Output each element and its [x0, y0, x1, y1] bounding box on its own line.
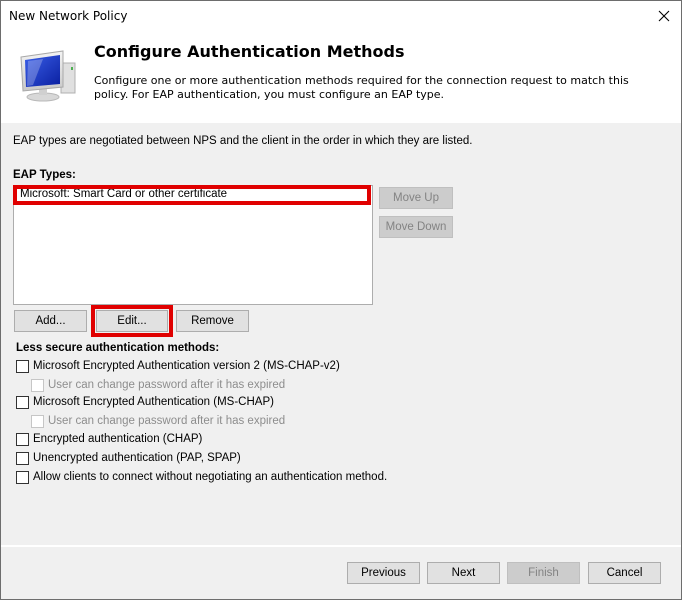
- next-button[interactable]: Next: [427, 562, 500, 584]
- unauthenticated-access-checkbox[interactable]: [16, 470, 29, 484]
- ms-chap-label: Microsoft Encrypted Authentication (MS-C…: [33, 396, 274, 408]
- page-title: Configure Authentication Methods: [94, 42, 405, 61]
- eap-intro-text: EAP types are negotiated between NPS and…: [13, 135, 473, 147]
- title-bar: New Network Policy: [1, 1, 681, 31]
- ms-chap-change-password-option[interactable]: User can change password after it has ex…: [31, 413, 285, 429]
- pap-spap-label: Unencrypted authentication (PAP, SPAP): [33, 452, 241, 464]
- eap-type-item[interactable]: Microsoft: Smart Card or other certifica…: [13, 185, 371, 205]
- wizard-content: EAP types are negotiated between NPS and…: [1, 123, 681, 543]
- unauthenticated-access-label: Allow clients to connect without negotia…: [33, 471, 388, 483]
- footer-separator: [1, 545, 681, 547]
- chap-label: Encrypted authentication (CHAP): [33, 433, 203, 445]
- unauthenticated-access-option[interactable]: Allow clients to connect without negotia…: [16, 469, 387, 485]
- remove-button[interactable]: Remove: [176, 310, 249, 332]
- move-down-button[interactable]: Move Down: [379, 216, 453, 238]
- ms-chap-checkbox[interactable]: [16, 395, 29, 409]
- new-network-policy-dialog: New Network Policy Configure Authenticat…: [0, 0, 682, 600]
- window-title: New Network Policy: [9, 9, 128, 23]
- finish-button[interactable]: Finish: [507, 562, 580, 584]
- ms-chap-v2-option[interactable]: Microsoft Encrypted Authentication versi…: [16, 358, 340, 374]
- ms-chap-v2-change-password-option[interactable]: User can change password after it has ex…: [31, 377, 285, 393]
- previous-button[interactable]: Previous: [347, 562, 420, 584]
- eap-types-list[interactable]: Microsoft: Smart Card or other certifica…: [13, 185, 373, 305]
- close-button[interactable]: [653, 5, 675, 27]
- ms-chap-v2-label: Microsoft Encrypted Authentication versi…: [33, 360, 340, 372]
- chap-option[interactable]: Encrypted authentication (CHAP): [16, 431, 202, 447]
- move-up-button[interactable]: Move Up: [379, 187, 453, 209]
- edit-button[interactable]: Edit...: [91, 305, 173, 337]
- edit-button-label: Edit...: [117, 315, 147, 327]
- close-icon: [658, 10, 670, 22]
- less-secure-methods-label: Less secure authentication methods:: [16, 342, 220, 354]
- ms-chap-v2-checkbox[interactable]: [16, 359, 29, 373]
- remove-button-label: Remove: [191, 315, 234, 327]
- ms-chap-option[interactable]: Microsoft Encrypted Authentication (MS-C…: [16, 394, 274, 410]
- ms-chap-change-password-label: User can change password after it has ex…: [48, 415, 286, 427]
- eap-types-label: EAP Types:: [13, 169, 76, 181]
- add-button-label: Add...: [35, 315, 66, 327]
- pap-spap-option[interactable]: Unencrypted authentication (PAP, SPAP): [16, 450, 241, 466]
- wizard-header: Configure Authentication Methods Configu…: [1, 31, 681, 123]
- add-button[interactable]: Add...: [14, 310, 87, 332]
- cancel-button[interactable]: Cancel: [588, 562, 661, 584]
- pap-spap-checkbox[interactable]: [16, 451, 29, 465]
- ms-chap-change-password-checkbox[interactable]: [31, 414, 44, 428]
- ms-chap-v2-change-password-label: User can change password after it has ex…: [48, 379, 286, 391]
- chap-checkbox[interactable]: [16, 432, 29, 446]
- ms-chap-v2-change-password-checkbox[interactable]: [31, 378, 44, 392]
- computer-monitor-icon: [20, 50, 76, 102]
- page-description: Configure one or more authentication met…: [94, 74, 629, 101]
